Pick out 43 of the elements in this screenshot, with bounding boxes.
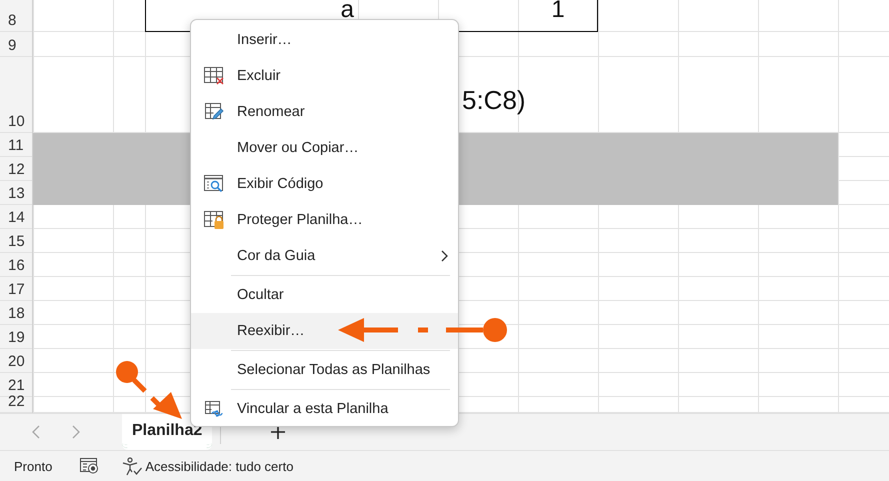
plus-icon — [271, 425, 286, 439]
cell-text: a — [340, 0, 354, 20]
chevron-right-icon — [72, 425, 80, 439]
cell-text: 5:C8) — [462, 84, 526, 116]
row-header: 17 — [8, 281, 25, 298]
row-header: 8 — [8, 12, 16, 29]
row-header: 11 — [8, 137, 24, 154]
menu-item[interactable]: Inserir… — [191, 22, 458, 58]
row-header: 18 — [8, 305, 25, 322]
table-lock-icon — [204, 210, 224, 230]
menu-item[interactable]: Exibir Código — [191, 166, 458, 202]
menu-item[interactable]: Renomear — [191, 94, 458, 130]
row-header: 14 — [8, 209, 25, 226]
table-link-icon — [204, 400, 224, 418]
status-text: Pronto — [14, 458, 52, 474]
row-header: 19 — [8, 329, 25, 346]
chevron-right-icon — [441, 250, 448, 262]
menu-item[interactable]: Mover ou Copiar… — [191, 130, 458, 166]
row-header: 16 — [8, 257, 25, 274]
menu-item[interactable]: Ocultar — [191, 277, 458, 313]
table-delete-icon — [204, 66, 224, 86]
row-header: 22 — [8, 393, 25, 410]
row-header: 10 — [8, 113, 25, 130]
row-header: 13 — [8, 185, 25, 202]
accessibility-icon[interactable] — [121, 456, 144, 476]
sheet-tab[interactable]: Planilha2 — [122, 414, 212, 450]
row-header: 15 — [8, 233, 25, 250]
row-header: 12 — [8, 161, 25, 178]
row-header: 20 — [8, 353, 25, 370]
row-header: 9 — [8, 37, 16, 54]
row-header: 21 — [8, 377, 25, 394]
accessibility-status[interactable]: Acessibilidade: tudo certo — [145, 458, 294, 474]
menu-item[interactable]: Selecionar Todas as Planilhas — [191, 352, 458, 388]
macro-recording-icon[interactable] — [80, 458, 100, 474]
chevron-left-icon — [32, 425, 40, 439]
annotation-arrow — [116, 361, 182, 419]
menu-item[interactable]: Proteger Planilha… — [191, 202, 458, 238]
table-pencil-icon — [204, 103, 224, 121]
menu-item[interactable]: Cor da Guia — [191, 238, 458, 274]
menu-item[interactable]: Excluir — [191, 58, 458, 94]
cell-text: 1 — [551, 0, 565, 20]
magnifier-sheet-icon — [204, 174, 224, 194]
menu-item[interactable]: Reexibir… — [191, 313, 458, 349]
